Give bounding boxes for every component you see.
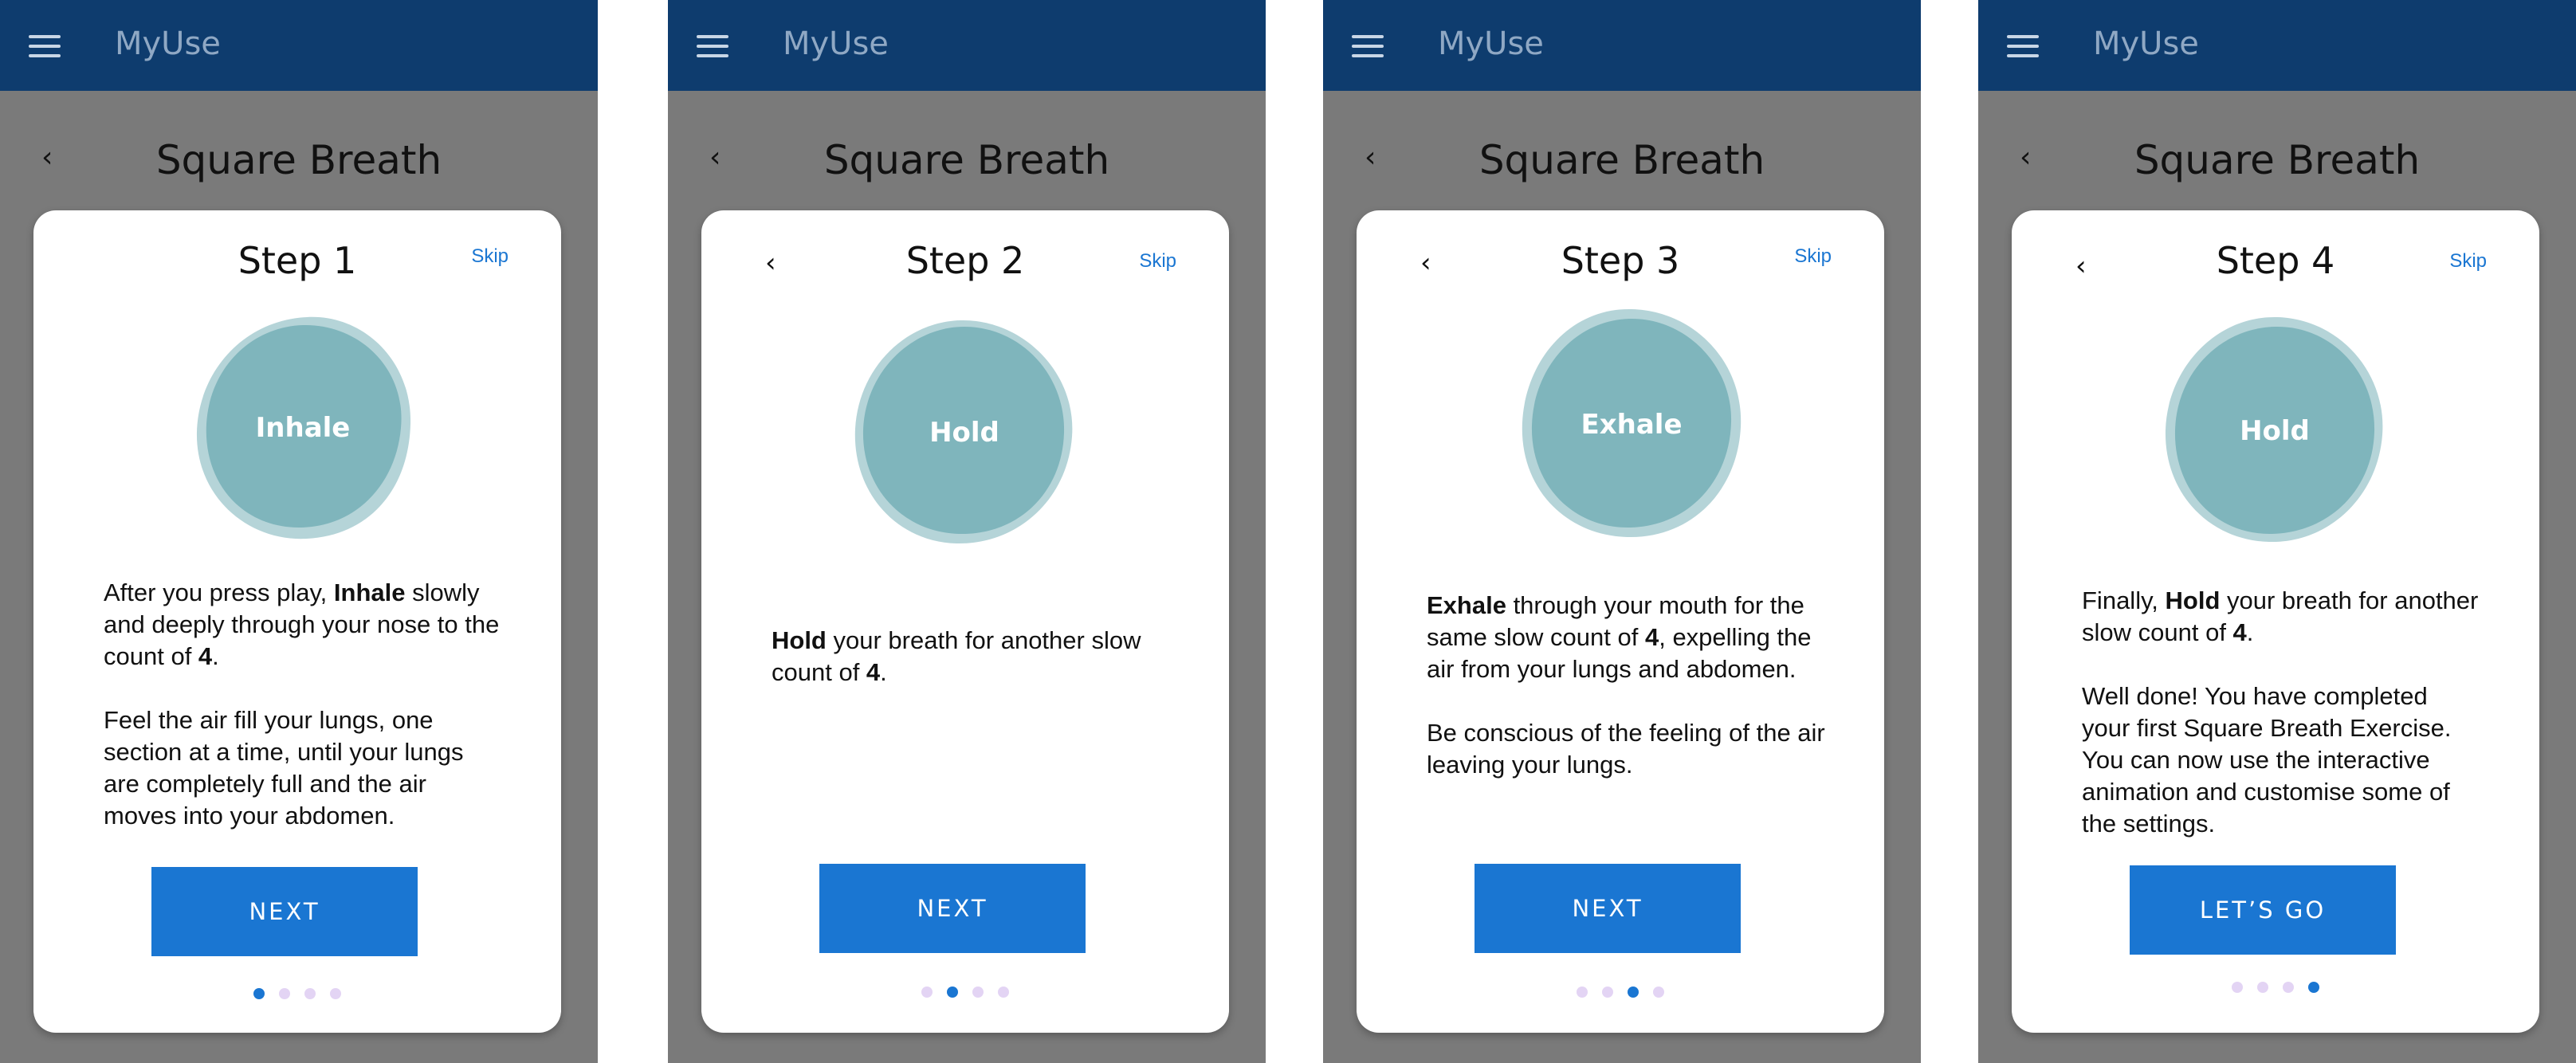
page-title: Square Breath	[155, 137, 442, 183]
pager-dot[interactable]	[1577, 987, 1588, 998]
pager-dot[interactable]	[2308, 982, 2319, 993]
menu-icon[interactable]	[1352, 35, 1384, 57]
instruction-paragraph: Be conscious of the feeling of the air l…	[1427, 717, 1825, 781]
phone-screen-step-2: MyUse ‹ Square Breath ‹ Step 2 Skip Hold…	[668, 0, 1266, 1063]
blob-label: Exhale	[1581, 409, 1683, 441]
app-bar: MyUse	[668, 0, 1266, 91]
pager-dot[interactable]	[279, 988, 290, 999]
pager-dots	[33, 988, 561, 999]
pager-dots	[701, 987, 1229, 998]
pager-dot[interactable]	[1653, 987, 1664, 998]
text-run: Finally,	[2082, 586, 2166, 614]
bold-text: 4	[198, 642, 213, 670]
instruction-paragraph: Well done! You have completed your first…	[2082, 681, 2480, 840]
text-run: After you press play,	[104, 579, 334, 606]
skip-link[interactable]: Skip	[1139, 250, 1176, 273]
blob-label: Inhale	[255, 412, 351, 444]
bold-text: Exhale	[1427, 591, 1506, 619]
breath-blob: Hold	[2151, 308, 2398, 555]
app-title: MyUse	[2093, 25, 2199, 62]
pager-dots	[1357, 987, 1884, 998]
page-title: Square Breath	[823, 137, 1110, 183]
bold-text: 4	[2232, 618, 2247, 646]
bold-text: Hold	[2165, 586, 2221, 614]
next-button[interactable]: NEXT	[151, 867, 418, 956]
skip-link[interactable]: Skip	[471, 245, 509, 268]
skip-link[interactable]: Skip	[2449, 250, 2487, 273]
app-bar: MyUse	[0, 0, 598, 91]
instruction-paragraph: After you press play, Inhale slowly and …	[104, 577, 502, 673]
breath-blob: Inhale	[179, 304, 426, 551]
app-title: MyUse	[1438, 25, 1544, 62]
app-bar: MyUse	[1978, 0, 2576, 91]
instruction-text: Exhale through your mouth for the same s…	[1427, 590, 1825, 813]
text-run: .	[2246, 618, 2254, 646]
app-title: MyUse	[783, 25, 889, 62]
bold-text: Hold	[772, 626, 827, 654]
menu-icon[interactable]	[2007, 35, 2039, 57]
instruction-text: Hold your breath for another slow count …	[772, 625, 1170, 720]
phone-screen-step-4: MyUse ‹ Square Breath ‹ Step 4 Skip Hold…	[1978, 0, 2576, 1063]
lets-go-button[interactable]: LET’S GO	[2130, 865, 2396, 955]
pager-dot[interactable]	[304, 988, 316, 999]
instruction-paragraph: Hold your breath for another slow count …	[772, 625, 1170, 688]
app-title: MyUse	[115, 25, 221, 62]
pager-dot[interactable]	[330, 988, 341, 999]
pager-dot[interactable]	[947, 987, 958, 998]
next-button[interactable]: NEXT	[1475, 864, 1741, 953]
text-run: .	[212, 642, 219, 670]
instruction-text: Finally, Hold your breath for another sl…	[2082, 585, 2480, 872]
skip-link[interactable]: Skip	[1794, 245, 1832, 268]
text-run: .	[880, 658, 887, 686]
pager-dot[interactable]	[253, 988, 265, 999]
step-card: ‹ Step 3 Skip Exhale Exhale through your…	[1357, 210, 1884, 1033]
pager-dot[interactable]	[2257, 982, 2268, 993]
app-bar: MyUse	[1323, 0, 1921, 91]
phone-screen-step-3: MyUse ‹ Square Breath ‹ Step 3 Skip Exha…	[1323, 0, 1921, 1063]
step-card: Step 1 Skip Inhale After you press play,…	[33, 210, 561, 1033]
text-run: Be conscious of the feeling of the air l…	[1427, 719, 1825, 779]
pager-dot[interactable]	[1602, 987, 1613, 998]
blob-label: Hold	[2240, 415, 2310, 447]
pager-dot[interactable]	[2283, 982, 2294, 993]
breath-blob: Exhale	[1508, 301, 1755, 548]
pager-dot[interactable]	[1628, 987, 1639, 998]
bold-text: 4	[866, 658, 881, 686]
instruction-paragraph: Feel the air fill your lungs, one sectio…	[104, 704, 502, 832]
pager-dot[interactable]	[921, 987, 933, 998]
pager-dot[interactable]	[972, 987, 984, 998]
blob-label: Hold	[929, 417, 999, 449]
phone-screen-step-1: MyUse ‹ Square Breath Step 1 Skip Inhale…	[0, 0, 598, 1063]
breath-blob: Hold	[841, 309, 1088, 556]
text-run: your breath for another slow count of	[772, 626, 1141, 686]
step-card: ‹ Step 4 Skip Hold Finally, Hold your br…	[2012, 210, 2539, 1033]
pager-dots	[2012, 982, 2539, 993]
pager-dot[interactable]	[2232, 982, 2243, 993]
menu-icon[interactable]	[697, 35, 728, 57]
next-button[interactable]: NEXT	[819, 864, 1086, 953]
text-run: Feel the air fill your lungs, one sectio…	[104, 706, 464, 830]
bold-text: 4	[1644, 623, 1659, 651]
pager-dot[interactable]	[998, 987, 1009, 998]
text-run: Well done! You have completed your first…	[2082, 682, 2452, 837]
instruction-paragraph: Exhale through your mouth for the same s…	[1427, 590, 1825, 685]
page-title: Square Breath	[1478, 137, 1765, 183]
instruction-text: After you press play, Inhale slowly and …	[104, 577, 502, 864]
page-title: Square Breath	[2134, 137, 2421, 183]
menu-icon[interactable]	[29, 35, 61, 57]
bold-text: Inhale	[333, 579, 406, 606]
step-card: ‹ Step 2 Skip Hold Hold your breath for …	[701, 210, 1229, 1033]
instruction-paragraph: Finally, Hold your breath for another sl…	[2082, 585, 2480, 649]
